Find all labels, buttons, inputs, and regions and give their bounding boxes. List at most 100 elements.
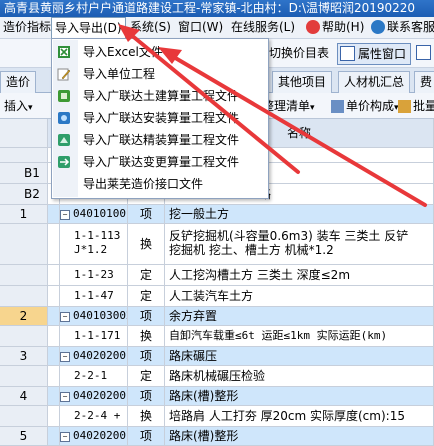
menu-item-import-glodon-building[interactable]: 导入广联达土建算量工程文件 [53, 85, 267, 107]
table-row[interactable]: 5 −040202001 项 路床(槽)整形 [0, 427, 434, 446]
property-window-label: 属性窗口 [358, 47, 407, 61]
row-name: 反铲挖掘机(斗容量0.6m3) 装车 三类土 反铲 挖掘机 挖土、槽土方 机械*… [165, 224, 434, 264]
glodon-install-icon [58, 112, 70, 124]
table-row[interactable]: 1-1-23 定 人工挖沟槽土方 三类土 深度≤2m [0, 265, 434, 286]
help-icon [306, 20, 320, 34]
row-type: 项 [128, 427, 165, 445]
title-bar: 高青县黄丽乡村户户通道路建设工程-常家镇-北由村：D:\温博昭润20190220 [0, 0, 434, 17]
row-type: 定 [128, 366, 165, 386]
row-num: B1 [0, 163, 48, 183]
row-flag [48, 366, 60, 386]
toolbar-overflow-icon[interactable] [416, 43, 434, 63]
row-code: −040103002 [60, 307, 128, 325]
table-row[interactable]: 1-1-47 定 人工装汽车土方 [0, 286, 434, 307]
tab-cost[interactable]: 造价 [0, 71, 37, 93]
property-window-button[interactable]: 属性窗口 [337, 43, 412, 65]
glodon-building-icon [58, 90, 70, 102]
table-row[interactable]: 1 −040101001 项 挖一般土方 [0, 205, 434, 224]
batch-label: 批量 [413, 99, 434, 113]
row-num: 4 [0, 387, 48, 405]
menu-window[interactable]: 窗口(W) [175, 17, 226, 38]
row-type: 换 [128, 406, 165, 426]
row-code: 1-1-47 [60, 286, 128, 306]
row-flag [48, 406, 60, 426]
collapse-icon[interactable]: − [60, 432, 70, 442]
window-title: 高青县黄丽乡村户户通道路建设工程-常家镇-北由村：D:\温博昭润20190220 [4, 1, 416, 15]
row-num [0, 265, 48, 285]
collapse-icon[interactable]: − [60, 210, 70, 220]
row-code: −040202001 [60, 347, 128, 365]
menu-item-label: 导入广联达安装算量工程文件 [83, 111, 240, 125]
tab-other-items[interactable]: 其他项目 [272, 71, 333, 93]
row-name: 人工挖沟槽土方 三类土 深度≤2m [165, 265, 434, 285]
row-code: 2-2-4 + [60, 406, 128, 426]
table-row[interactable]: 2 −040103002 项 余方弃置 [0, 307, 434, 326]
row-name: 人工装汽车土方 [165, 286, 434, 306]
row-code-text: 040101001 [73, 207, 128, 220]
batch-button[interactable]: 批量 [398, 97, 434, 115]
menu-help[interactable]: 帮助(H) [303, 17, 367, 38]
tab-material-summary[interactable]: 人材机汇总 [338, 71, 411, 93]
compose-icon [331, 100, 344, 113]
row-num [0, 366, 48, 386]
batch-icon [398, 100, 411, 113]
row-num: B2 [0, 184, 48, 204]
row-flag [48, 347, 60, 365]
row-type: 定 [128, 265, 165, 285]
row-code-text: 040103002 [73, 309, 128, 322]
menu-help-label: 帮助(H) [322, 20, 365, 34]
row-flag [48, 265, 60, 285]
import-export-menu: 导入Excel文件 导入单位工程 导入广联达土建算量工程文件 导入广联达安装算量… [51, 38, 269, 199]
row-num [0, 224, 48, 264]
row-name: 挖一般土方 [165, 205, 434, 223]
menu-item-import-glodon-change[interactable]: 导入广联达变更算量工程文件 [53, 151, 267, 173]
table-row[interactable]: 1-1-171 换 自卸汽车载重≤6t 运距≤1km 实际运距(km) [0, 326, 434, 347]
table-row[interactable]: 1-1-113 J*1.2 换 反铲挖掘机(斗容量0.6m3) 装车 三类土 反… [0, 224, 434, 265]
menu-contact-label: 联系客服 [387, 20, 434, 34]
organize-list-button[interactable]: 整理清单▾ [262, 97, 315, 115]
collapse-icon[interactable]: − [60, 392, 70, 402]
glodon-change-icon [58, 156, 70, 168]
row-num: 3 [0, 347, 48, 365]
insert-button[interactable]: 插入▾ [4, 97, 33, 115]
collapse-icon[interactable]: − [60, 352, 70, 362]
pencil-icon [57, 68, 71, 81]
row-code: 1-1-171 [60, 326, 128, 346]
table-row[interactable]: 2-2-1 定 路床机械碾压检验 [0, 366, 434, 387]
menu-item-import-glodon-install[interactable]: 导入广联达安装算量工程文件 [53, 107, 267, 129]
excel-icon [58, 46, 70, 58]
menu-item-label: 导入Excel文件 [83, 45, 163, 59]
row-num: 5 [0, 427, 48, 445]
row-flag [48, 286, 60, 306]
header-num [0, 119, 48, 147]
unit-price-compose-button[interactable]: 单价构成▾ [331, 97, 399, 115]
row-num: 2 [0, 307, 48, 325]
menu-contact-support[interactable]: 联系客服 [368, 17, 434, 38]
row-name: 路床碾压 [165, 347, 434, 365]
tab-fee[interactable]: 费 [414, 71, 434, 93]
collapse-icon[interactable]: − [60, 312, 70, 322]
glodon-decor-icon [58, 134, 70, 146]
row-flag [48, 307, 60, 325]
row-name: 培路肩 人工打夯 厚20cm 实际厚度(cm):15 [165, 406, 434, 426]
row-name: 余方弃置 [165, 307, 434, 325]
row-type: 换 [128, 224, 165, 264]
menu-item-label: 导出莱芜造价接口文件 [83, 177, 204, 191]
row-code: 1-1-113 J*1.2 [60, 224, 128, 264]
switch-price-table-button[interactable]: 切换价目表 [269, 43, 329, 63]
panel-icon [416, 45, 431, 60]
menu-system[interactable]: 系统(S) [127, 17, 174, 38]
menu-item-import-unit-project[interactable]: 导入单位工程 [53, 63, 267, 85]
menu-item-import-excel[interactable]: 导入Excel文件 [53, 41, 267, 63]
menu-item-label: 导入广联达变更算量工程文件 [83, 155, 240, 169]
table-row[interactable]: 3 −040202001 项 路床碾压 [0, 347, 434, 366]
menu-import-export[interactable]: 导入导出(D) [51, 17, 126, 38]
menu-item-import-glodon-decor[interactable]: 导入广联达精装算量工程文件 [53, 129, 267, 151]
unit-compose-label: 单价构成 [346, 99, 395, 113]
dropdown-arrow-icon: ▾ [310, 103, 315, 113]
menu-item-export-laiwu[interactable]: 导出莱芜造价接口文件 [53, 173, 267, 195]
table-row[interactable]: 4 −040202001 项 路床(槽)整形 [0, 387, 434, 406]
menu-online-service[interactable]: 在线服务(L) [228, 17, 298, 38]
row-code-text: 040202001 [73, 429, 128, 442]
menu-cost-index[interactable]: 造价指标 [0, 17, 54, 38]
